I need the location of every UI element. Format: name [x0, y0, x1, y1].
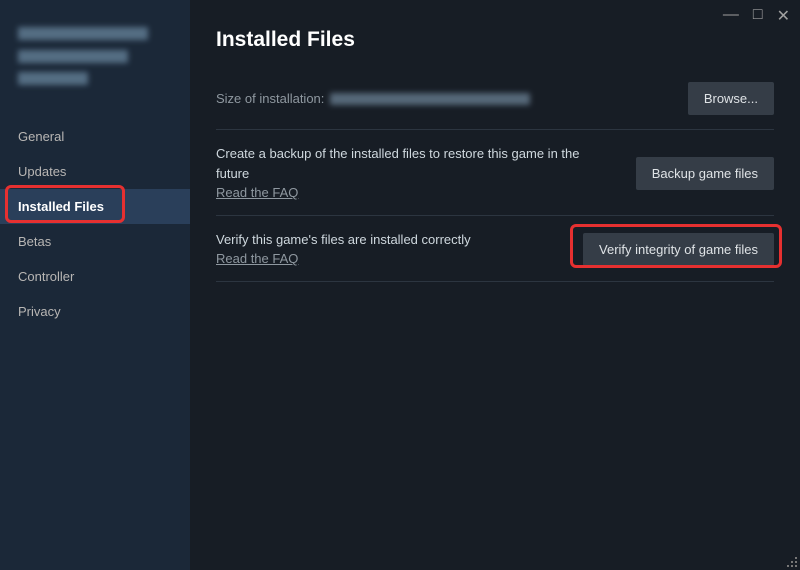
content-area: Installed Files Size of installation: Br… [190, 0, 800, 316]
backup-description: Create a backup of the installed files t… [216, 144, 596, 203]
backup-desc-text: Create a backup of the installed files t… [216, 146, 579, 181]
sidebar-item-controller[interactable]: Controller [0, 259, 190, 294]
close-button[interactable]: ✕ [777, 6, 790, 26]
installation-size-label: Size of installation: [216, 91, 530, 106]
sidebar-nav: General Updates Installed Files Betas Co… [0, 119, 190, 329]
sidebar-item-privacy[interactable]: Privacy [0, 294, 190, 329]
sidebar-item-betas[interactable]: Betas [0, 224, 190, 259]
resize-grip-icon[interactable] [786, 556, 798, 568]
sidebar: General Updates Installed Files Betas Co… [0, 0, 190, 570]
backup-game-files-button[interactable]: Backup game files [636, 157, 774, 190]
size-label-text: Size of installation: [216, 91, 324, 106]
verify-faq-link[interactable]: Read the FAQ [216, 251, 298, 266]
installation-size-row: Size of installation: Browse... [216, 82, 774, 115]
sidebar-item-updates[interactable]: Updates [0, 154, 190, 189]
backup-row: Create a backup of the installed files t… [216, 144, 774, 203]
sidebar-item-label: Installed Files [18, 199, 104, 214]
divider [216, 281, 774, 282]
page-title: Installed Files [216, 28, 774, 52]
browse-button[interactable]: Browse... [688, 82, 774, 115]
backup-faq-link[interactable]: Read the FAQ [216, 185, 298, 200]
sidebar-item-general[interactable]: General [0, 119, 190, 154]
verify-description: Verify this game's files are installed c… [216, 230, 471, 269]
verify-row: Verify this game's files are installed c… [216, 230, 774, 269]
game-title-blurred [0, 25, 190, 111]
installation-path-blurred [330, 93, 530, 105]
divider [216, 129, 774, 130]
minimize-button[interactable]: — [723, 6, 739, 26]
verify-integrity-button[interactable]: Verify integrity of game files [583, 233, 774, 266]
divider [216, 215, 774, 216]
sidebar-item-installed-files[interactable]: Installed Files [0, 189, 190, 224]
verify-desc-text: Verify this game's files are installed c… [216, 232, 471, 247]
maximize-button[interactable]: □ [753, 6, 763, 26]
main-panel: — □ ✕ Installed Files Size of installati… [190, 0, 800, 570]
window-controls: — □ ✕ [723, 6, 790, 26]
